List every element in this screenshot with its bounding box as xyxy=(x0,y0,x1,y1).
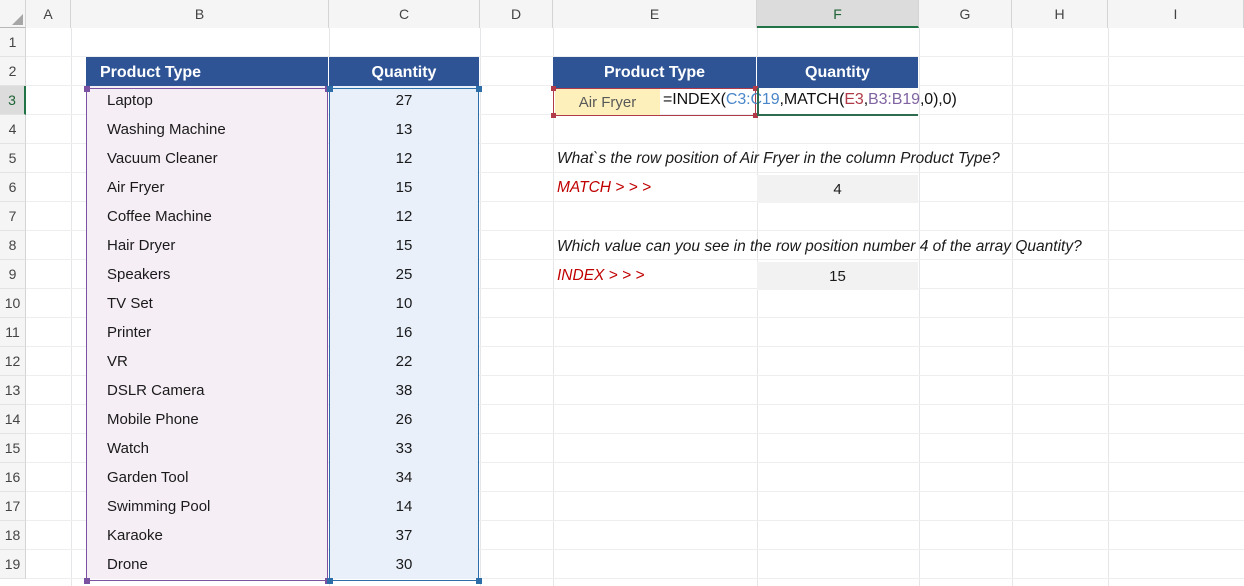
row-header-16[interactable]: 16 xyxy=(0,463,26,492)
range-handle-quantity-br[interactable] xyxy=(476,578,482,584)
column-header-d[interactable]: D xyxy=(480,0,553,28)
quantity-cell[interactable]: 12 xyxy=(330,144,478,173)
right-table-header-quantity: Quantity xyxy=(757,57,918,88)
formula-token: B3:B19 xyxy=(868,91,920,108)
function-label-index: INDEX > > > xyxy=(557,267,645,284)
row-header-2[interactable]: 2 xyxy=(0,57,26,86)
product-type-cell[interactable]: Speakers xyxy=(87,260,327,289)
product-type-cell[interactable]: Watch xyxy=(87,434,327,463)
quantity-cell[interactable]: 33 xyxy=(330,434,478,463)
row-header-13[interactable]: 13 xyxy=(0,376,26,405)
range-handle-quantity-tl[interactable] xyxy=(327,86,333,92)
row-header-18[interactable]: 18 xyxy=(0,521,26,550)
row-header-14[interactable]: 14 xyxy=(0,405,26,434)
lookup-handle-bl[interactable] xyxy=(551,113,556,118)
quantity-cell[interactable]: 14 xyxy=(330,492,478,521)
answer-cell-index[interactable]: 15 xyxy=(757,262,918,290)
grid-vline xyxy=(553,28,554,586)
quantity-cell[interactable]: 15 xyxy=(330,231,478,260)
row-header-5[interactable]: 5 xyxy=(0,144,26,173)
formula-token: ,MATCH( xyxy=(779,91,845,108)
question-index: Which value can you see in the row posit… xyxy=(557,238,1082,255)
right-table-header-product-type: Product Type xyxy=(553,57,756,88)
row-header-15[interactable]: 15 xyxy=(0,434,26,463)
grid-vline xyxy=(71,28,72,586)
quantity-cell[interactable]: 26 xyxy=(330,405,478,434)
row-header-6[interactable]: 6 xyxy=(0,173,26,202)
row-header-19[interactable]: 19 xyxy=(0,550,26,579)
quantity-cell[interactable]: 34 xyxy=(330,463,478,492)
product-type-cell[interactable]: VR xyxy=(87,347,327,376)
row-header-4[interactable]: 4 xyxy=(0,115,26,144)
row-header-1[interactable]: 1 xyxy=(0,28,26,57)
grid-vline xyxy=(1012,28,1013,586)
quantity-cell[interactable]: 25 xyxy=(330,260,478,289)
product-type-cell[interactable]: TV Set xyxy=(87,289,327,318)
product-type-cell[interactable]: DSLR Camera xyxy=(87,376,327,405)
column-header-f[interactable]: F xyxy=(757,0,919,28)
column-header-b[interactable]: B xyxy=(71,0,329,28)
column-header-i[interactable]: I xyxy=(1108,0,1244,28)
active-cell-left-edge xyxy=(757,88,759,116)
lookup-value-cell-e3[interactable]: Air Fryer xyxy=(555,89,660,115)
product-type-cell[interactable]: Hair Dryer xyxy=(87,231,327,260)
quantity-cell[interactable]: 22 xyxy=(330,347,478,376)
quantity-cell[interactable]: 12 xyxy=(330,202,478,231)
product-type-cell[interactable]: Mobile Phone xyxy=(87,405,327,434)
product-type-cell[interactable]: Washing Machine xyxy=(87,115,327,144)
column-header-a[interactable]: A xyxy=(26,0,71,28)
left-table-header-product-type: Product Type xyxy=(86,57,328,88)
range-handle-quantity-tr[interactable] xyxy=(476,86,482,92)
row-header-12[interactable]: 12 xyxy=(0,347,26,376)
product-type-cell[interactable]: Karaoke xyxy=(87,521,327,550)
row-header-8[interactable]: 8 xyxy=(0,231,26,260)
product-type-cell[interactable]: Air Fryer xyxy=(87,173,327,202)
range-handle-product-bl[interactable] xyxy=(84,578,90,584)
quantity-cell[interactable]: 27 xyxy=(330,86,478,115)
question-match: What`s the row position of Air Fryer in … xyxy=(557,150,1000,167)
spreadsheet-canvas: ABCDEFGHI 1 2 3 4 5 6 7 8 9 10 11 12 13 14 15 16 17 18 19 … xyxy=(0,0,1244,586)
quantity-cell[interactable]: 38 xyxy=(330,376,478,405)
row-header-10[interactable]: 10 xyxy=(0,289,26,318)
product-type-cell[interactable]: Laptop xyxy=(87,86,327,115)
formula-token: =INDEX( xyxy=(663,91,726,108)
quantity-cell[interactable]: 15 xyxy=(330,173,478,202)
formula-token: E3 xyxy=(844,91,864,108)
product-type-cell[interactable]: Printer xyxy=(87,318,327,347)
answer-cell-match[interactable]: 4 xyxy=(757,175,918,203)
grid-vline xyxy=(1108,28,1109,586)
product-type-cell[interactable]: Coffee Machine xyxy=(87,202,327,231)
formula-bar-text[interactable]: =INDEX(C3:C19,MATCH(E3,B3:B19,0),0) xyxy=(663,91,957,109)
column-header-g[interactable]: G xyxy=(919,0,1012,28)
lookup-handle-tl[interactable] xyxy=(551,86,556,91)
product-type-cell[interactable]: Drone xyxy=(87,550,327,579)
row-header-11[interactable]: 11 xyxy=(0,318,26,347)
range-handle-quantity-bl[interactable] xyxy=(327,578,333,584)
formula-token: C3:C19 xyxy=(725,91,780,108)
product-type-cell[interactable]: Vacuum Cleaner xyxy=(87,144,327,173)
row-header-9[interactable]: 9 xyxy=(0,260,26,289)
product-type-cell[interactable]: Swimming Pool xyxy=(87,492,327,521)
active-cell-bottom-edge xyxy=(757,114,918,116)
row-header-3[interactable]: 3 xyxy=(0,86,26,115)
quantity-cell[interactable]: 13 xyxy=(330,115,478,144)
range-handle-product-tl[interactable] xyxy=(84,86,90,92)
quantity-cell[interactable]: 37 xyxy=(330,521,478,550)
select-all-corner[interactable] xyxy=(0,0,26,28)
product-type-cell[interactable]: Garden Tool xyxy=(87,463,327,492)
quantity-cell[interactable]: 16 xyxy=(330,318,478,347)
quantity-cell[interactable]: 30 xyxy=(330,550,478,579)
quantity-cell[interactable]: 10 xyxy=(330,289,478,318)
column-header-h[interactable]: H xyxy=(1012,0,1108,28)
row-header-17[interactable]: 17 xyxy=(0,492,26,521)
left-table-header-quantity: Quantity xyxy=(329,57,479,88)
column-header-c[interactable]: C xyxy=(329,0,480,28)
function-label-match: MATCH > > > xyxy=(557,179,652,196)
grid-vline xyxy=(480,28,481,586)
formula-token: ,0),0) xyxy=(919,91,957,108)
grid-vline xyxy=(919,28,920,586)
row-header-7[interactable]: 7 xyxy=(0,202,26,231)
column-header-e[interactable]: E xyxy=(553,0,757,28)
